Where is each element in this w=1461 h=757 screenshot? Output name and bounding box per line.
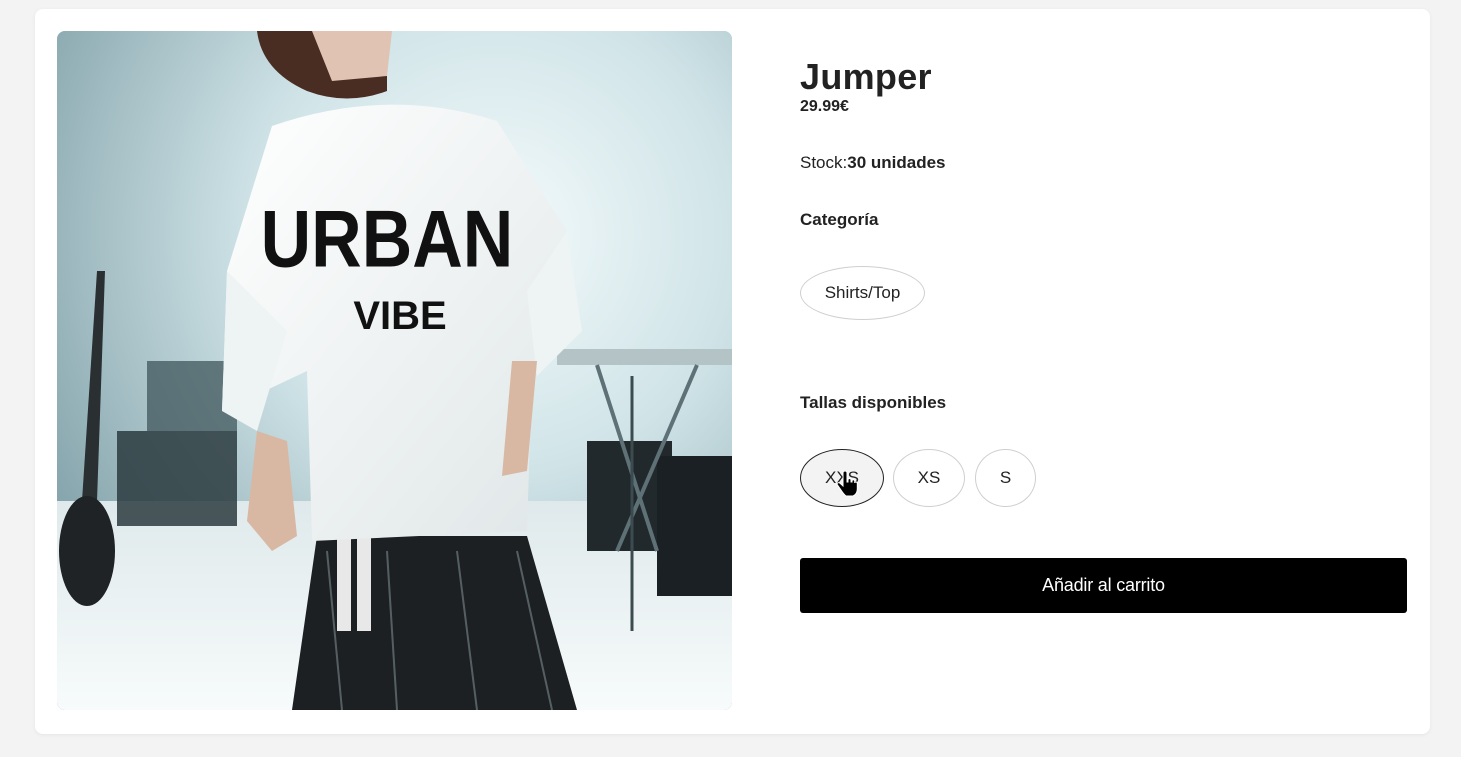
shirt-print-line2: VIBE <box>353 294 446 338</box>
sizes-heading: Tallas disponibles <box>800 393 947 412</box>
product-price: 29.99€ <box>800 98 849 115</box>
size-option-xxs[interactable]: XXS <box>800 449 884 507</box>
size-option-s[interactable]: S <box>975 449 1036 507</box>
stock-value: 30 unidades <box>847 153 946 172</box>
shirt-print-line1: URBAN <box>261 194 514 284</box>
add-to-cart-button[interactable]: Añadir al carrito <box>800 558 1407 613</box>
product-title: Jumper <box>800 56 932 97</box>
product-image: URBAN VIBE <box>57 31 732 710</box>
category-heading: Categoría <box>800 210 879 229</box>
size-option-xs[interactable]: XS <box>893 449 965 507</box>
stock-label: Stock: <box>800 153 848 172</box>
stock-info: Stock:30 unidades <box>800 153 946 173</box>
product-photo: URBAN VIBE <box>57 31 732 710</box>
category-pill[interactable]: Shirts/Top <box>800 266 925 320</box>
product-card: URBAN VIBE Jumper 29.99€ Stock:30 unidad… <box>35 9 1430 734</box>
